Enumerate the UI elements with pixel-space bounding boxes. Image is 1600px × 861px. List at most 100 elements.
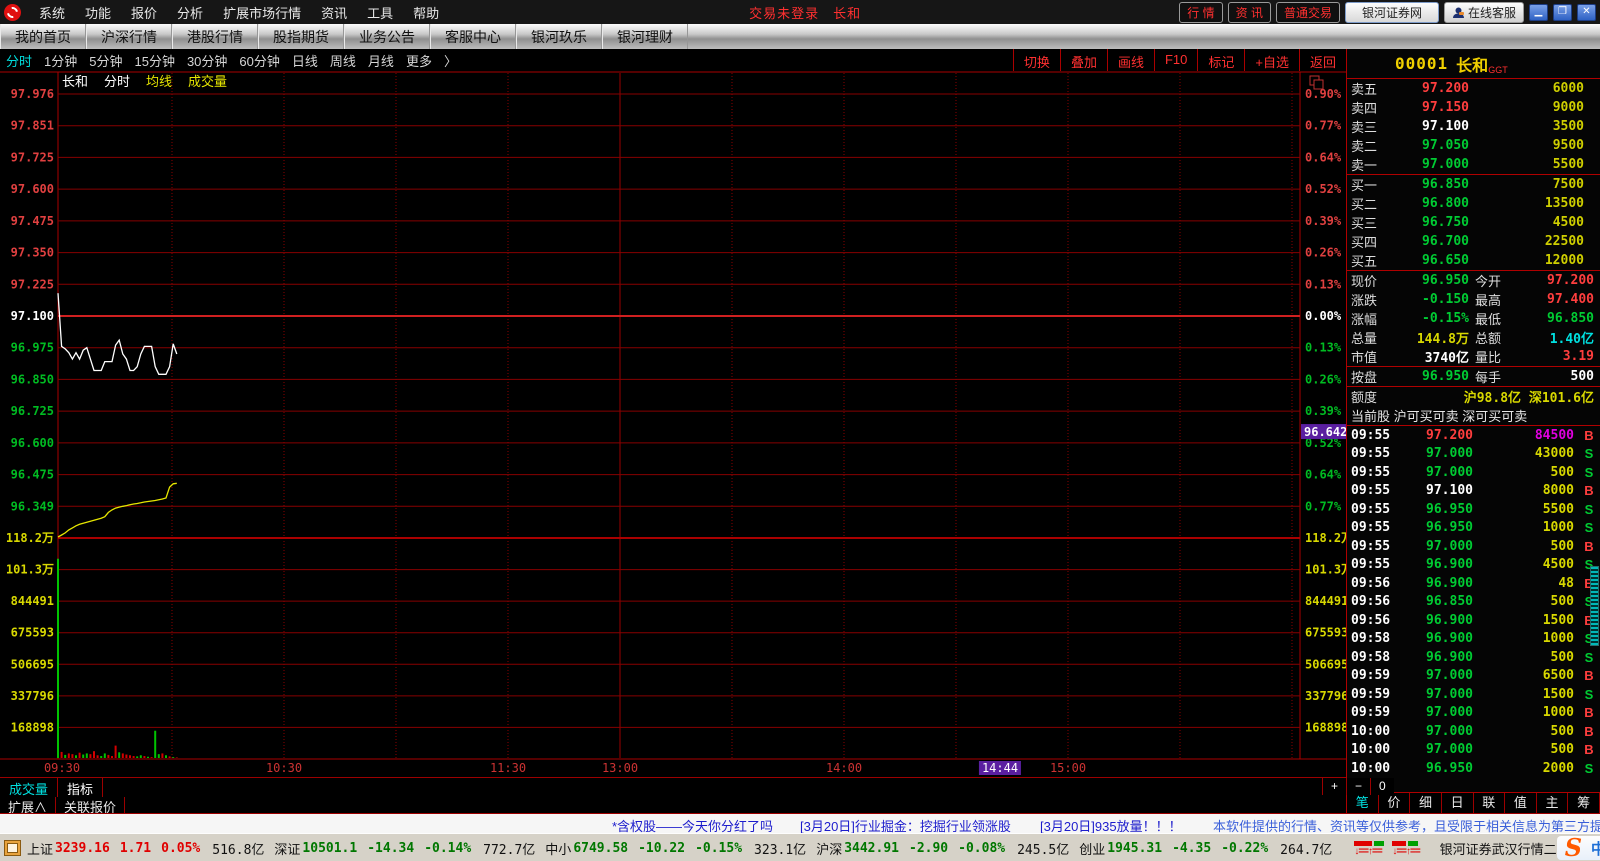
quick-button[interactable]: 资 讯 xyxy=(1228,2,1271,23)
index-percent: -0.08% xyxy=(958,841,1005,856)
svg-text:118.2万: 118.2万 xyxy=(6,531,54,545)
panel-tab-item[interactable]: 价 xyxy=(1379,793,1411,814)
panel-tab-item[interactable]: 值 xyxy=(1505,793,1537,814)
tick-time: 09:55 xyxy=(1351,465,1395,480)
nav-item[interactable]: 银河玖乐 xyxy=(516,24,602,50)
ticker-item[interactable]: *含权股——今天你分红了吗 xyxy=(612,816,773,834)
buy-row[interactable]: 买五96.65012000 xyxy=(1347,251,1600,270)
tick-scrollbar[interactable] xyxy=(1590,566,1599,646)
period-item[interactable]: 月线 xyxy=(362,51,400,70)
quick-button[interactable]: 普通交易 xyxy=(1276,2,1340,23)
index-quote[interactable]: 深证10501.1-14.34-0.14%772.7亿 xyxy=(274,839,535,858)
buy-row[interactable]: 买三96.7504500 xyxy=(1347,213,1600,232)
index-quote[interactable]: 沪深3442.91-2.90-0.08%245.5亿 xyxy=(816,839,1069,858)
period-item[interactable]: 〉 xyxy=(438,51,463,70)
sogou-logo-icon[interactable]: S xyxy=(1565,837,1582,859)
zoom-button[interactable]: + xyxy=(1322,778,1346,795)
index-quote[interactable]: 中小6749.58-10.22-0.15%323.1亿 xyxy=(545,839,806,858)
menu-item[interactable]: 帮助 xyxy=(403,1,449,24)
sell-row[interactable]: 卖五97.2006000 xyxy=(1347,79,1600,98)
action-button[interactable]: 返回 xyxy=(1299,49,1346,71)
menu-item[interactable]: 分析 xyxy=(167,1,213,24)
zoom-button[interactable]: − xyxy=(1346,778,1370,795)
tab-linked-quotes[interactable]: 关联报价 xyxy=(56,797,125,813)
menu-item[interactable]: 系统 xyxy=(29,1,75,24)
sell-row[interactable]: 卖一97.0005500 xyxy=(1347,155,1600,174)
app-window: 系统功能报价分析扩展市场行情资讯工具帮助 交易未登录长和 行 情资 讯普通交易 … xyxy=(0,0,1600,861)
heat-group: ↓==↑== xyxy=(1354,841,1384,856)
action-button[interactable]: F10 xyxy=(1154,49,1197,71)
panel-tab-item[interactable]: 主 xyxy=(1537,793,1569,814)
action-button[interactable]: 切换 xyxy=(1013,49,1060,71)
menu-item[interactable]: 报价 xyxy=(121,1,167,24)
quote-widget-icon[interactable] xyxy=(4,840,21,856)
ticker-item[interactable]: 本软件提供的行情、资讯等仅供参考，且受限于相关信息为第三方提供等 xyxy=(1213,816,1600,834)
menu-item[interactable]: 工具 xyxy=(357,1,403,24)
svg-text:101.3万: 101.3万 xyxy=(6,563,54,577)
tick-volume: 500 xyxy=(1473,650,1582,665)
action-button[interactable]: 叠加 xyxy=(1060,49,1107,71)
period-item[interactable]: 5分钟 xyxy=(83,51,128,70)
tab-volume[interactable]: 成交量 xyxy=(0,778,58,797)
minimize-button[interactable]: ▁ xyxy=(1529,4,1548,21)
close-button[interactable]: ✕ xyxy=(1577,4,1596,21)
nav-item[interactable]: 沪深行情 xyxy=(86,24,172,50)
nav-item[interactable]: 我的首页 xyxy=(0,24,86,50)
period-item[interactable]: 60分钟 xyxy=(233,51,285,70)
book-volume: 13500 xyxy=(1469,196,1596,211)
sell-row[interactable]: 卖三97.1003500 xyxy=(1347,117,1600,136)
buy-row[interactable]: 买一96.8507500 xyxy=(1347,175,1600,194)
galaxy-website-button[interactable]: 银河证券网 xyxy=(1345,2,1439,23)
svg-text:96.642: 96.642 xyxy=(1304,425,1346,439)
nav-item[interactable]: 银河理财 xyxy=(602,24,688,50)
menu-item[interactable]: 扩展市场行情 xyxy=(213,1,311,24)
cn-en-toggle-icon[interactable]: 中 xyxy=(1591,838,1600,859)
tick-time: 09:56 xyxy=(1351,576,1395,591)
svg-text:0.77%: 0.77% xyxy=(1305,119,1342,133)
panel-tab-item[interactable]: 筹 xyxy=(1568,793,1600,814)
index-quote[interactable]: 上证3239.161.710.05%516.8亿 xyxy=(27,839,264,858)
book-level-label: 卖三 xyxy=(1351,117,1397,136)
nav-item[interactable]: 港股行情 xyxy=(172,24,258,50)
menu-item[interactable]: 资讯 xyxy=(311,1,357,24)
period-item[interactable]: 15分钟 xyxy=(128,51,180,70)
quick-button[interactable]: 行 情 xyxy=(1179,2,1222,23)
index-quote[interactable]: 创业1945.31-4.35-0.22%264.7亿 xyxy=(1079,839,1332,858)
book-price: 96.850 xyxy=(1397,177,1469,192)
panel-tab-item[interactable]: 联 xyxy=(1474,793,1506,814)
ticker-item[interactable]: [3月20日]935放量！！！ xyxy=(1040,816,1182,834)
trade-login-status[interactable]: 交易未登录 xyxy=(749,6,819,21)
book-price: 97.050 xyxy=(1397,138,1469,153)
index-change: -4.35 xyxy=(1172,841,1211,856)
panel-tab-item[interactable]: 细 xyxy=(1410,793,1442,814)
panel-tab-item[interactable]: 笔 xyxy=(1347,793,1379,814)
menu-item[interactable]: 功能 xyxy=(75,1,121,24)
restore-button[interactable]: ❐ xyxy=(1553,4,1572,21)
sell-row[interactable]: 卖二97.0509500 xyxy=(1347,136,1600,155)
period-item[interactable]: 日线 xyxy=(286,51,324,70)
period-item[interactable]: 30分钟 xyxy=(181,51,233,70)
nav-item[interactable]: 股指期货 xyxy=(258,24,344,50)
online-service-button[interactable]: 在线客服 xyxy=(1444,2,1524,23)
tab-expand[interactable]: 扩展∧ xyxy=(0,797,56,813)
period-item[interactable]: 1分钟 xyxy=(38,51,83,70)
zoom-button[interactable]: 0 xyxy=(1370,778,1394,795)
period-item[interactable]: 周线 xyxy=(324,51,362,70)
login-status: 交易未登录长和 xyxy=(749,3,875,22)
sell-row[interactable]: 卖四97.1509000 xyxy=(1347,98,1600,117)
action-button[interactable]: 标记 xyxy=(1197,49,1244,71)
tab-indicator[interactable]: 指标 xyxy=(58,778,103,797)
nav-item[interactable]: 客服中心 xyxy=(430,24,516,50)
ticker-item[interactable]: [3月20日]行业掘金：挖掘行业领涨股 xyxy=(800,816,1011,834)
action-button[interactable]: +自选 xyxy=(1244,49,1299,71)
action-button[interactable]: 画线 xyxy=(1107,49,1154,71)
chart-canvas[interactable]: 97.9760.90%97.8510.77%97.7250.64%97.6000… xyxy=(0,71,1346,760)
panel-tab-item[interactable]: 日 xyxy=(1442,793,1474,814)
buy-row[interactable]: 买四96.70022500 xyxy=(1347,232,1600,251)
nav-item[interactable]: 业务公告 xyxy=(344,24,430,50)
book-volume: 3500 xyxy=(1469,119,1596,134)
period-item[interactable]: 分时 xyxy=(0,51,38,70)
period-item[interactable]: 更多 xyxy=(400,51,438,70)
buy-row[interactable]: 买二96.80013500 xyxy=(1347,194,1600,213)
intraday-chart[interactable]: 97.9760.90%97.8510.77%97.7250.64%97.6000… xyxy=(0,71,1346,760)
